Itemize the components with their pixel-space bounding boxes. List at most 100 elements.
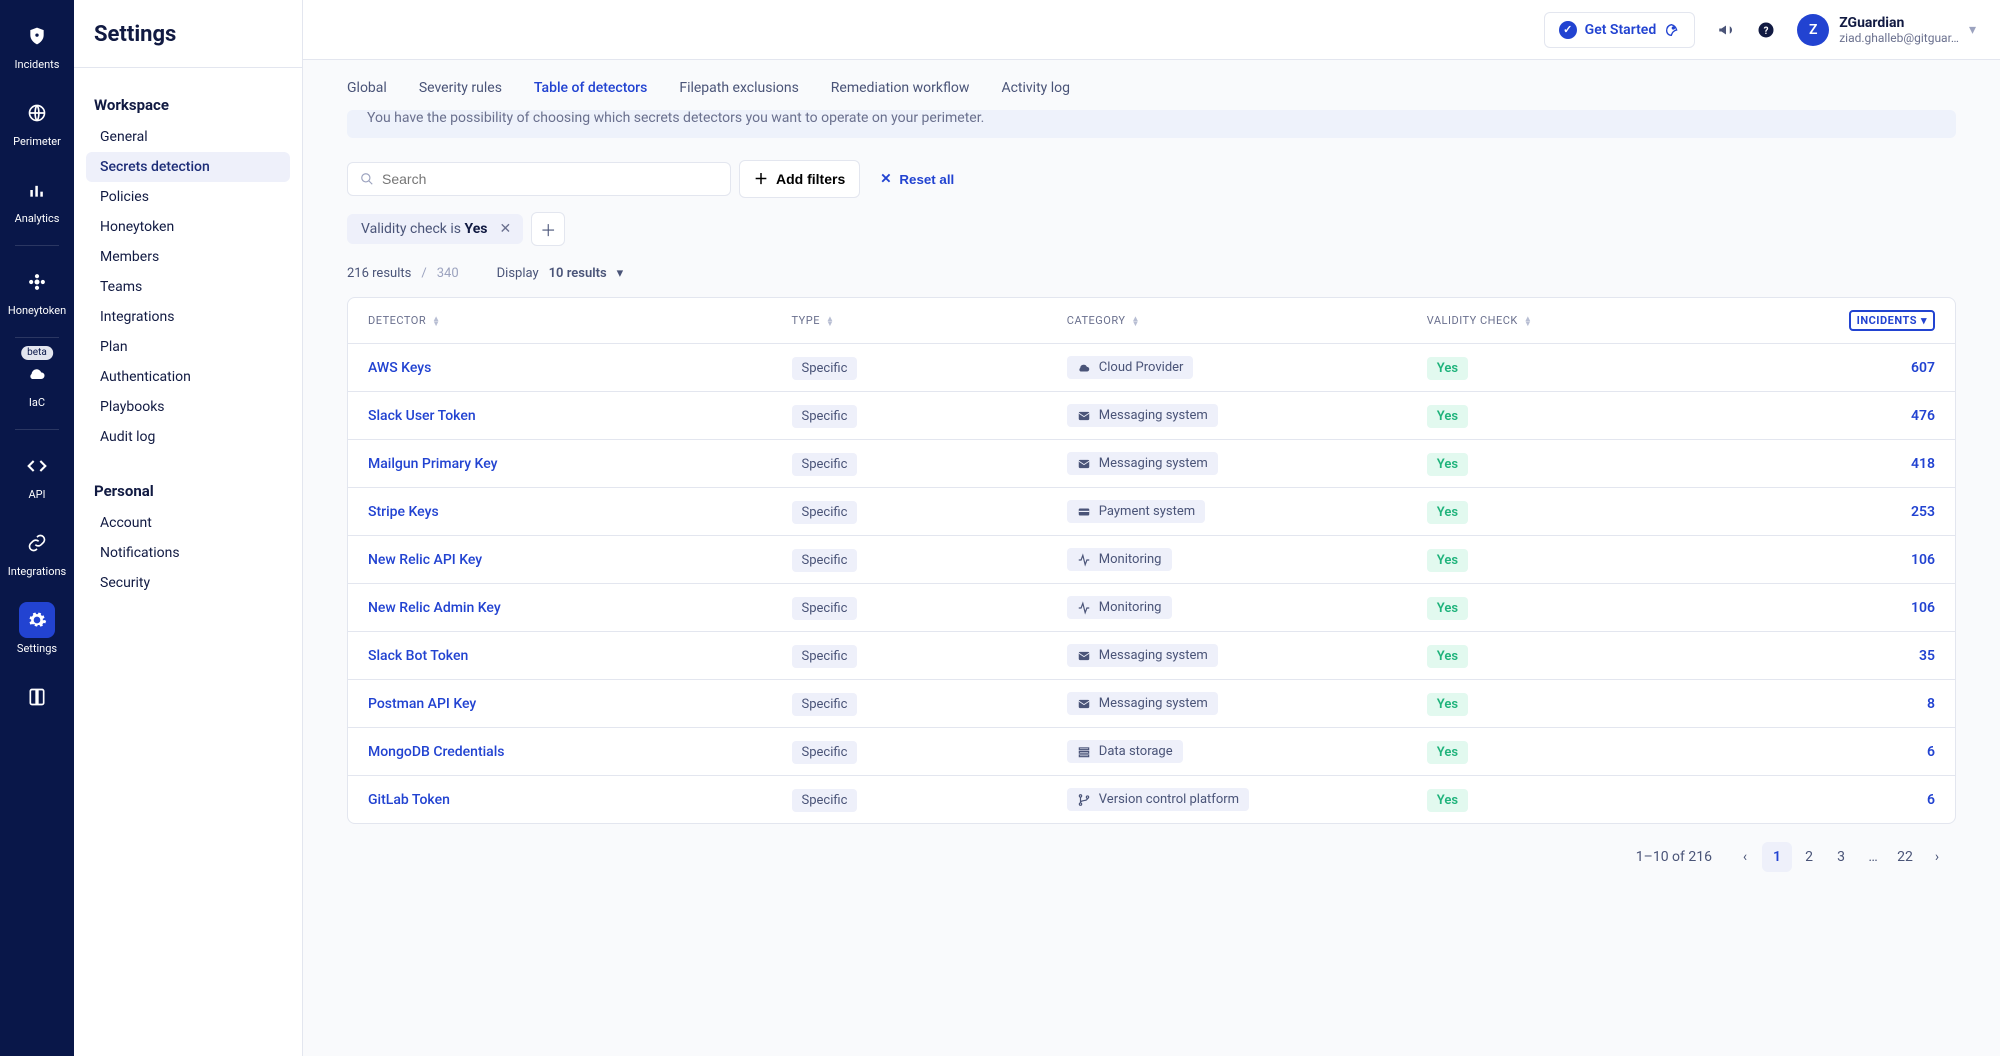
detector-link[interactable]: Postman API Key xyxy=(368,696,792,712)
megaphone-icon[interactable] xyxy=(1717,21,1735,39)
side-heading: Workspace xyxy=(86,88,290,122)
col-category[interactable]: Category▲▼ xyxy=(1067,314,1427,327)
remove-filter-icon[interactable]: ✕ xyxy=(497,221,513,237)
validity-pill: Yes xyxy=(1427,405,1468,428)
incidents-count[interactable]: 106 xyxy=(1766,552,1935,568)
get-started-button[interactable]: ✓ Get Started xyxy=(1544,12,1696,48)
user-email: ziad.ghalleb@gitguar… xyxy=(1839,31,1959,45)
incidents-count[interactable]: 476 xyxy=(1766,408,1935,424)
validity-pill: Yes xyxy=(1427,549,1468,572)
side-link-general[interactable]: General xyxy=(86,122,290,152)
side-link-teams[interactable]: Teams xyxy=(86,272,290,302)
page-1[interactable]: 1 xyxy=(1762,842,1792,872)
validity-pill: Yes xyxy=(1427,789,1468,812)
col-detector[interactable]: Detector▲▼ xyxy=(368,314,792,327)
mail-icon xyxy=(1077,409,1091,423)
side-link-audit-log[interactable]: Audit log xyxy=(86,422,290,452)
rail-item-book[interactable] xyxy=(0,669,74,727)
page-2[interactable]: 2 xyxy=(1794,842,1824,872)
col-validity[interactable]: Validity check▲▼ xyxy=(1427,314,1766,327)
side-link-members[interactable]: Members xyxy=(86,242,290,272)
page-title: Settings xyxy=(74,0,302,68)
incidents-count[interactable]: 106 xyxy=(1766,600,1935,616)
rail-item-integrations[interactable]: Integrations xyxy=(0,515,74,590)
type-pill: Specific xyxy=(792,453,858,476)
rail-item-incidents[interactable]: Incidents xyxy=(0,8,74,83)
filter-chip-validity[interactable]: Validity check is Yes ✕ xyxy=(347,214,523,244)
rail-item-api[interactable]: API xyxy=(0,438,74,513)
side-link-honeytoken[interactable]: Honeytoken xyxy=(86,212,290,242)
sort-icon: ▲▼ xyxy=(1131,316,1139,326)
tab-activity-log[interactable]: Activity log xyxy=(1001,74,1070,102)
side-link-security[interactable]: Security xyxy=(86,568,290,598)
incidents-count[interactable]: 6 xyxy=(1766,792,1935,808)
rail-item-settings[interactable]: Settings xyxy=(0,592,74,667)
check-circle-icon: ✓ xyxy=(1559,21,1577,39)
detector-link[interactable]: New Relic Admin Key xyxy=(368,600,792,616)
category-pill: Messaging system xyxy=(1067,452,1218,475)
shield-icon xyxy=(19,18,55,54)
side-link-account[interactable]: Account xyxy=(86,508,290,538)
page-summary: 1–10 of 216 xyxy=(1636,849,1712,865)
validity-pill: Yes xyxy=(1427,645,1468,668)
incidents-count[interactable]: 35 xyxy=(1766,648,1935,664)
side-link-policies[interactable]: Policies xyxy=(86,182,290,212)
display-label: Display xyxy=(497,266,539,281)
incidents-count[interactable]: 8 xyxy=(1766,696,1935,712)
detector-link[interactable]: New Relic API Key xyxy=(368,552,792,568)
page-22[interactable]: 22 xyxy=(1890,842,1920,872)
rail-item-honeytoken[interactable]: Honeytoken xyxy=(0,254,74,329)
detector-link[interactable]: Slack User Token xyxy=(368,408,792,424)
side-link-secrets-detection[interactable]: Secrets detection xyxy=(86,152,290,182)
table-row: New Relic Admin KeySpecificMonitoringYes… xyxy=(348,583,1955,631)
prev-page-button[interactable]: ‹ xyxy=(1730,842,1760,872)
detectors-table: Detector▲▼ Type▲▼ Category▲▼ Validity ch… xyxy=(347,297,1956,824)
beta-badge: beta xyxy=(21,346,53,360)
incidents-count[interactable]: 418 xyxy=(1766,456,1935,472)
user-menu[interactable]: Z ZGuardian ziad.ghalleb@gitguar… ▾ xyxy=(1797,14,1976,46)
help-icon[interactable]: ? xyxy=(1757,21,1775,39)
chevron-down-icon[interactable]: ▾ xyxy=(617,266,624,281)
user-name: ZGuardian xyxy=(1839,15,1959,31)
side-link-plan[interactable]: Plan xyxy=(86,332,290,362)
rail-item-analytics[interactable]: Analytics xyxy=(0,162,74,237)
tab-table-of-detectors[interactable]: Table of detectors xyxy=(534,74,647,102)
filter-chip-value: Yes xyxy=(464,221,487,237)
page-3[interactable]: 3 xyxy=(1826,842,1856,872)
tab-filepath-exclusions[interactable]: Filepath exclusions xyxy=(679,74,798,102)
side-link-playbooks[interactable]: Playbooks xyxy=(86,392,290,422)
side-link-notifications[interactable]: Notifications xyxy=(86,538,290,568)
detector-link[interactable]: Mailgun Primary Key xyxy=(368,456,792,472)
detector-link[interactable]: AWS Keys xyxy=(368,360,792,376)
book-icon xyxy=(19,679,55,715)
next-page-button[interactable]: › xyxy=(1922,842,1952,872)
primary-nav-rail: IncidentsPerimeterAnalytics Honeytoken bet… xyxy=(0,0,74,1056)
table-row: AWS KeysSpecificCloud ProviderYes607 xyxy=(348,343,1955,391)
detector-link[interactable]: Slack Bot Token xyxy=(368,648,792,664)
display-value[interactable]: 10 results xyxy=(549,266,607,281)
search-box[interactable] xyxy=(347,162,731,196)
side-link-authentication[interactable]: Authentication xyxy=(86,362,290,392)
storage-icon xyxy=(1077,745,1091,759)
tab-global[interactable]: Global xyxy=(347,74,387,102)
incidents-count[interactable]: 607 xyxy=(1766,360,1935,376)
col-incidents[interactable]: Incidents▾ xyxy=(1849,310,1935,331)
rail-item-perimeter[interactable]: Perimeter xyxy=(0,85,74,160)
rail-item-label: Settings xyxy=(17,642,57,655)
search-input[interactable] xyxy=(382,171,718,187)
tab-severity-rules[interactable]: Severity rules xyxy=(419,74,502,102)
reset-all-button[interactable]: ✕ Reset all xyxy=(868,163,966,195)
col-type[interactable]: Type▲▼ xyxy=(792,314,1067,327)
incidents-count[interactable]: 253 xyxy=(1766,504,1935,520)
rail-item-iac[interactable]: betaIaC xyxy=(0,346,74,421)
incidents-count[interactable]: 6 xyxy=(1766,744,1935,760)
add-filter-chip-button[interactable]: ＋ xyxy=(531,212,565,246)
detector-link[interactable]: Stripe Keys xyxy=(368,504,792,520)
category-pill: Payment system xyxy=(1067,500,1205,523)
rail-item-label: Honeytoken xyxy=(8,304,66,317)
add-filters-button[interactable]: ＋ Add filters xyxy=(739,160,860,198)
tab-remediation-workflow[interactable]: Remediation workflow xyxy=(831,74,970,102)
detector-link[interactable]: MongoDB Credentials xyxy=(368,744,792,760)
side-link-integrations[interactable]: Integrations xyxy=(86,302,290,332)
detector-link[interactable]: GitLab Token xyxy=(368,792,792,808)
